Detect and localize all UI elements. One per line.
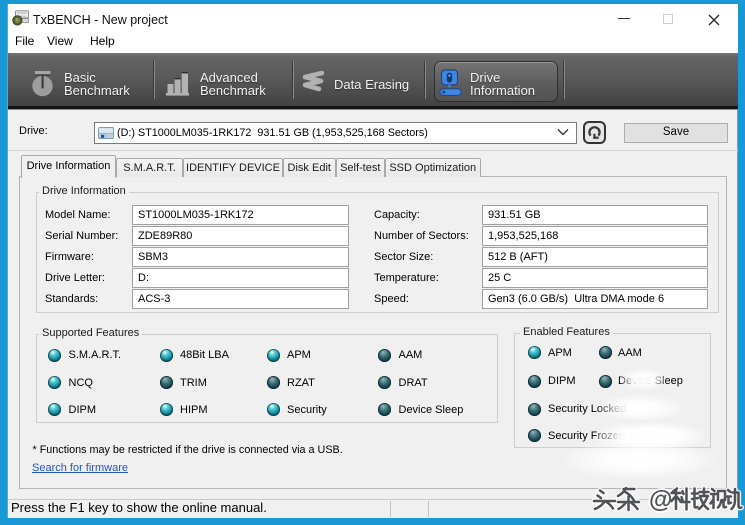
svg-text:@: @ [649, 487, 672, 514]
